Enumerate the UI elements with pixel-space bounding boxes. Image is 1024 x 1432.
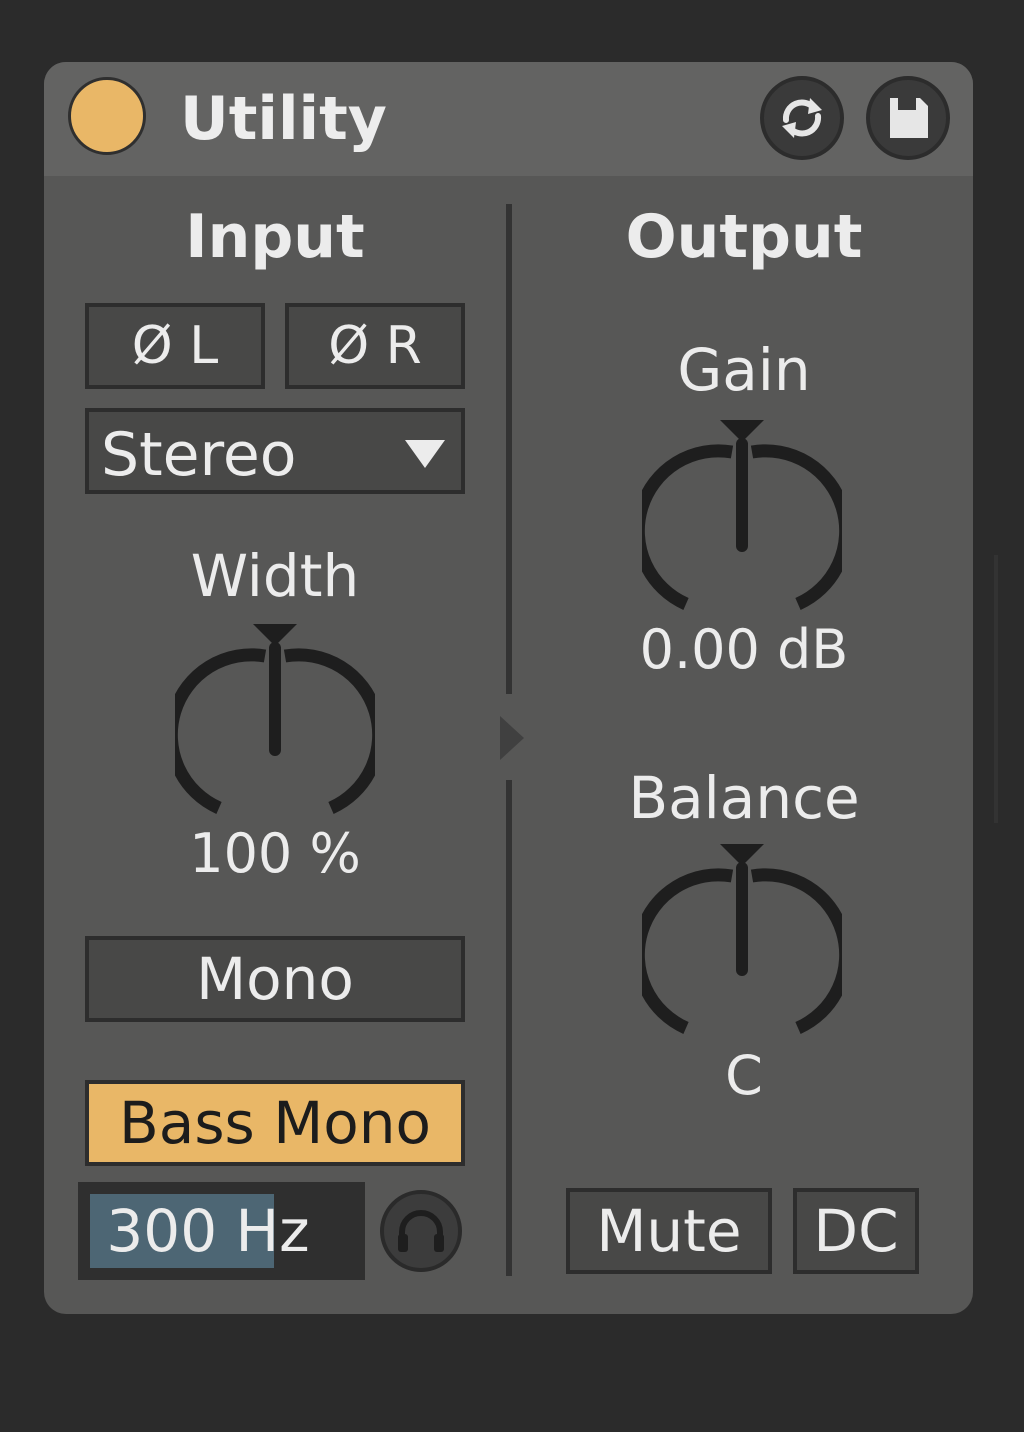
phase-invert-left-button[interactable]: Ø L xyxy=(85,303,265,389)
channel-mode-select[interactable]: Stereo xyxy=(85,408,465,494)
save-preset-button[interactable] xyxy=(866,76,950,160)
mute-button[interactable]: Mute xyxy=(566,1188,772,1274)
width-value: 100 % xyxy=(189,822,361,885)
balance-knob-label: Balance xyxy=(628,764,860,832)
hot-swap-icon xyxy=(782,98,822,138)
width-knob[interactable] xyxy=(175,618,375,828)
device-power-button[interactable] xyxy=(68,77,146,155)
gain-knob-label: Gain xyxy=(677,336,811,404)
headphone-icon xyxy=(398,1210,444,1252)
signal-flow-arrow-icon xyxy=(500,716,524,760)
gain-knob[interactable] xyxy=(642,414,842,624)
dc-filter-button[interactable]: DC xyxy=(793,1188,919,1274)
input-section-title: Input xyxy=(185,202,365,272)
save-icon xyxy=(890,98,928,138)
phase-invert-right-button[interactable]: Ø R xyxy=(285,303,465,389)
output-section-title: Output xyxy=(625,202,863,272)
utility-device: Utility Input Ø L Ø R Stereo Width 100 %… xyxy=(44,62,973,1314)
bass-mono-frequency-slider[interactable]: 300 Hz xyxy=(78,1182,365,1280)
balance-value: C xyxy=(725,1044,763,1107)
bass-mono-toggle[interactable]: Bass Mono xyxy=(85,1080,465,1166)
chevron-down-icon xyxy=(405,440,445,468)
adjacent-device-edge xyxy=(994,555,998,823)
width-knob-label: Width xyxy=(190,542,360,610)
channel-mode-value: Stereo xyxy=(101,420,297,490)
hot-swap-button[interactable] xyxy=(760,76,844,160)
bass-mono-frequency-value: 300 Hz xyxy=(106,1197,310,1265)
gain-value: 0.00 dB xyxy=(639,618,849,681)
device-title-bar[interactable]: Utility xyxy=(44,62,973,176)
device-title: Utility xyxy=(180,84,387,154)
bass-mono-audition-button[interactable] xyxy=(380,1190,462,1272)
mono-toggle[interactable]: Mono xyxy=(85,936,465,1022)
balance-knob[interactable] xyxy=(642,838,842,1048)
